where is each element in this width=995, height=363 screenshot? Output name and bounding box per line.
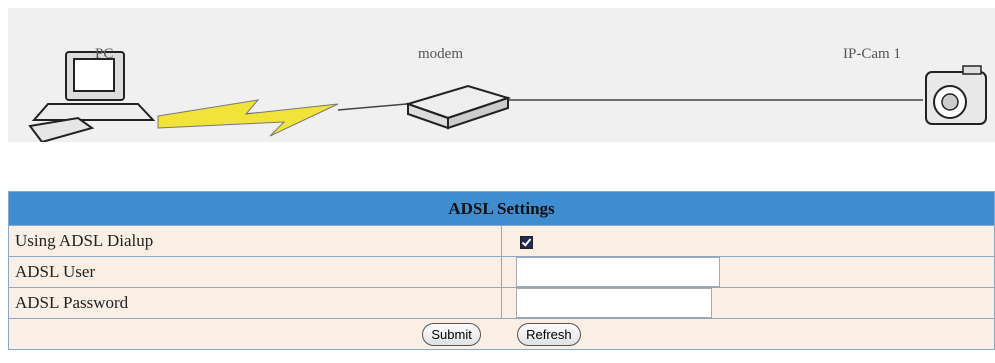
dialup-checkbox[interactable] xyxy=(520,235,533,249)
user-row: ADSL User xyxy=(8,256,995,288)
camera-icon xyxy=(925,65,987,125)
network-diagram-graphic xyxy=(28,51,987,142)
buttons-cell: Submit Refresh xyxy=(8,318,995,350)
network-diagram: PC modem IP-Cam 1 xyxy=(8,8,995,142)
adsl-settings-table: ADSL Settings Using ADSL Dialup ADSL Use… xyxy=(8,191,995,350)
refresh-button[interactable]: Refresh xyxy=(517,322,581,346)
pc-label: PC xyxy=(95,46,114,62)
lightning-icon xyxy=(157,99,339,137)
buttons-row: Submit Refresh xyxy=(8,318,995,350)
camera-label: IP-Cam 1 xyxy=(843,46,901,62)
dialup-label: Using ADSL Dialup xyxy=(8,225,502,257)
header-row: ADSL Settings xyxy=(8,191,995,226)
password-label: ADSL Password xyxy=(8,287,502,319)
modem-label: modem xyxy=(418,46,463,62)
submit-button[interactable]: Submit xyxy=(422,322,481,346)
user-label: ADSL User xyxy=(8,256,502,288)
password-cell xyxy=(501,287,995,319)
pc-icon xyxy=(28,51,156,142)
modem-icon xyxy=(404,84,512,130)
dialup-row: Using ADSL Dialup xyxy=(8,225,995,257)
password-row: ADSL Password xyxy=(8,287,995,319)
adsl-password-input[interactable] xyxy=(516,288,712,318)
user-cell xyxy=(501,256,995,288)
dialup-cell xyxy=(501,225,995,257)
settings-title: ADSL Settings xyxy=(8,191,995,226)
adsl-user-input[interactable] xyxy=(516,257,720,287)
